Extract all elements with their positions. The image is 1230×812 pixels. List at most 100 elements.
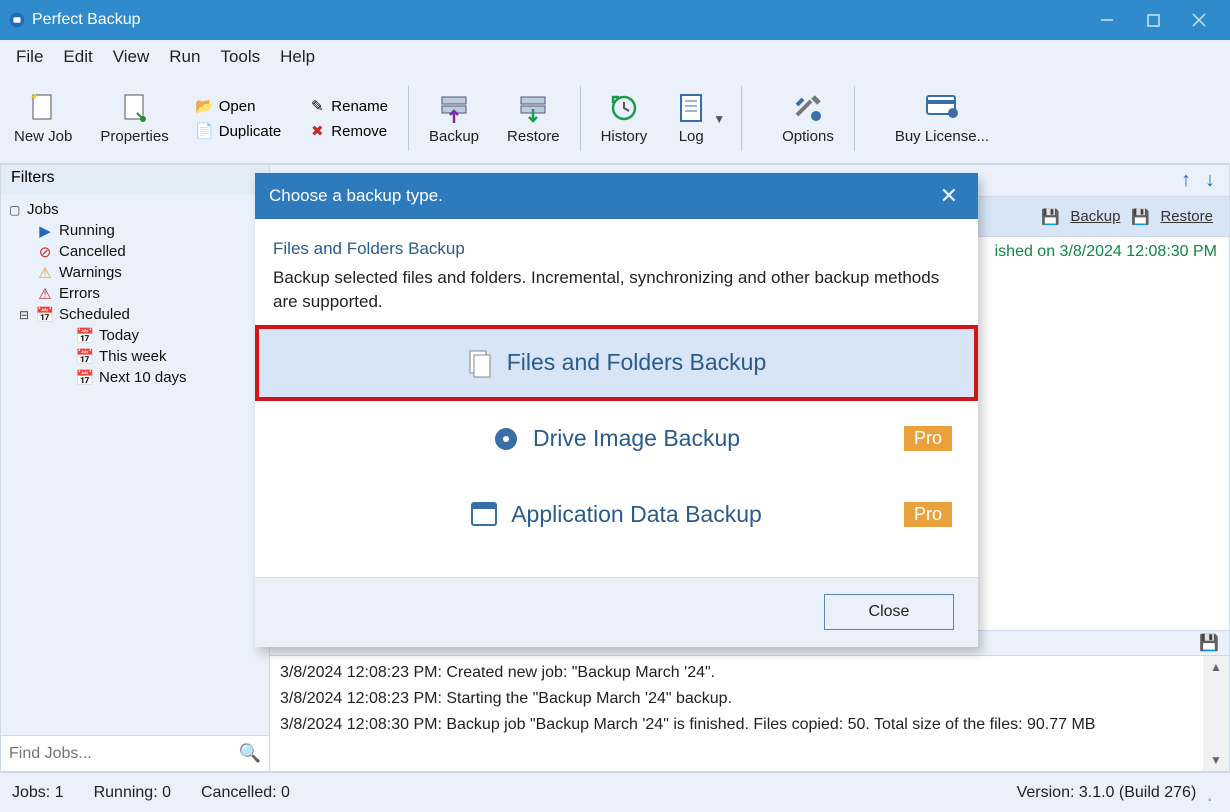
new-job-label: New Job [14,128,72,145]
pro-badge: Pro [904,426,952,451]
option-drive-image[interactable]: Drive Image Backup Pro [255,401,978,477]
calendar-icon: 📅 [77,370,93,386]
backup-button[interactable]: Backup [415,78,493,160]
remove-icon: ✖ [309,123,325,139]
pro-badge: Pro [904,502,952,527]
tree-warnings[interactable]: ⚠Warnings [9,262,269,283]
options-icon [792,92,824,124]
buy-license-button[interactable]: Buy License... [881,78,1003,160]
backup-type-dialog: Choose a backup type. ✕ Files and Folder… [255,173,978,647]
log-line: 3/8/2024 12:08:30 PM: Backup job "Backup… [280,712,1193,738]
calendar-icon: 📅 [37,307,53,323]
log-button[interactable]: Log [661,78,709,160]
toolbar-separator [580,86,581,151]
tree-scheduled[interactable]: ⊟📅Scheduled [9,304,269,325]
buy-license-label: Buy License... [895,128,989,145]
app-icon [8,11,26,29]
backup-icon [438,92,470,124]
option-files-folders[interactable]: Files and Folders Backup [255,325,978,401]
files-icon [467,350,493,376]
search-icon[interactable]: 🔍 [239,743,261,764]
restore-link-icon: 💾 [1132,209,1148,225]
maximize-button[interactable] [1130,0,1176,40]
menu-edit[interactable]: Edit [53,43,102,71]
restore-button[interactable]: Restore [493,78,574,160]
statusbar: Jobs: 1 Running: 0 Cancelled: 0 Version:… [0,772,1230,812]
option-app-data[interactable]: Application Data Backup Pro [255,477,978,553]
properties-label: Properties [100,128,168,145]
scroll-down-icon[interactable]: ▼ [1210,753,1222,767]
tree-jobs[interactable]: ▢Jobs [9,199,269,220]
toolbar-separator [408,86,409,151]
dialog-footer: Close [255,577,978,647]
status-jobs: Jobs: 1 [12,784,94,802]
log-scrollbar[interactable]: ▲ ▼ [1203,656,1229,771]
rename-icon: ✎ [309,98,325,114]
job-status-text: ished on 3/8/2024 12:08:30 PM [995,243,1217,261]
save-log-icon[interactable]: 💾 [1199,633,1219,653]
tree-today[interactable]: 📅Today [9,325,269,346]
toolbar-group-edit: ✎Rename ✖Remove [295,96,402,142]
close-button[interactable] [1176,0,1222,40]
move-down-button[interactable]: ↓ [1201,169,1219,192]
close-button[interactable]: Close [824,594,954,630]
card-icon [926,92,958,124]
new-job-icon [27,92,59,124]
properties-icon [119,92,151,124]
rename-button[interactable]: ✎Rename [303,96,394,117]
warning-icon: ⚠ [37,265,53,281]
log-lines: 3/8/2024 12:08:23 PM: Created new job: "… [270,656,1203,771]
tree-errors[interactable]: ⚠Errors [9,283,269,304]
find-jobs-input[interactable] [9,745,239,763]
menu-tools[interactable]: Tools [210,43,270,71]
play-icon: ▶ [37,223,53,239]
options-label: Options [782,128,834,145]
filters-panel: Filters ▢Jobs ▶Running ⊘Cancelled ⚠Warni… [0,164,270,772]
dialog-close-x[interactable]: ✕ [934,183,964,209]
menu-view[interactable]: View [103,43,160,71]
properties-button[interactable]: Properties [86,78,182,160]
minimize-button[interactable] [1084,0,1130,40]
backup-label: Backup [429,128,479,145]
app-title: Perfect Backup [32,11,141,29]
filters-header: Filters [1,165,269,195]
option-drive-image-label: Drive Image Backup [533,425,740,452]
filters-tree: ▢Jobs ▶Running ⊘Cancelled ⚠Warnings ⚠Err… [1,195,269,735]
find-jobs-box[interactable]: 🔍 [1,735,269,771]
titlebar: Perfect Backup [0,0,1230,40]
tree-this-week[interactable]: 📅This week [9,346,269,367]
restore-link[interactable]: Restore [1160,208,1213,225]
remove-button[interactable]: ✖Remove [303,121,394,142]
backup-link[interactable]: Backup [1070,208,1120,225]
status-running: Running: 0 [94,784,201,802]
log-line: 3/8/2024 12:08:23 PM: Created new job: "… [280,660,1193,686]
history-button[interactable]: History [587,78,662,160]
new-job-button[interactable]: New Job [0,78,86,160]
scroll-up-icon[interactable]: ▲ [1210,660,1222,674]
menu-file[interactable]: File [6,43,53,71]
open-button[interactable]: 📂Open [191,96,288,117]
move-up-button[interactable]: ↑ [1177,169,1195,192]
duplicate-button[interactable]: 📄Duplicate [191,121,288,142]
toolbar-separator [854,86,855,151]
toolbar: New Job Properties 📂Open 📄Duplicate ✎Ren… [0,74,1230,164]
menu-run[interactable]: Run [159,43,210,71]
tree-next-10-days[interactable]: 📅Next 10 days [9,367,269,388]
resize-grip-icon[interactable]: ⡀ [1206,783,1218,803]
history-label: History [601,128,648,145]
disc-icon [493,426,519,452]
log-dropdown[interactable]: ▼ [703,112,735,126]
history-icon [608,92,640,124]
error-icon: ⚠ [37,286,53,302]
option-files-folders-label: Files and Folders Backup [507,349,767,376]
tree-cancelled[interactable]: ⊘Cancelled [9,241,269,262]
backup-link-icon: 💾 [1042,209,1058,225]
app-icon [471,502,497,528]
calendar-icon: 📅 [77,349,93,365]
restore-icon [517,92,549,124]
option-app-data-label: Application Data Backup [511,501,762,528]
menu-help[interactable]: Help [270,43,325,71]
options-button[interactable]: Options [768,78,848,160]
tree-running[interactable]: ▶Running [9,220,269,241]
folder-open-icon: 📂 [197,98,213,114]
